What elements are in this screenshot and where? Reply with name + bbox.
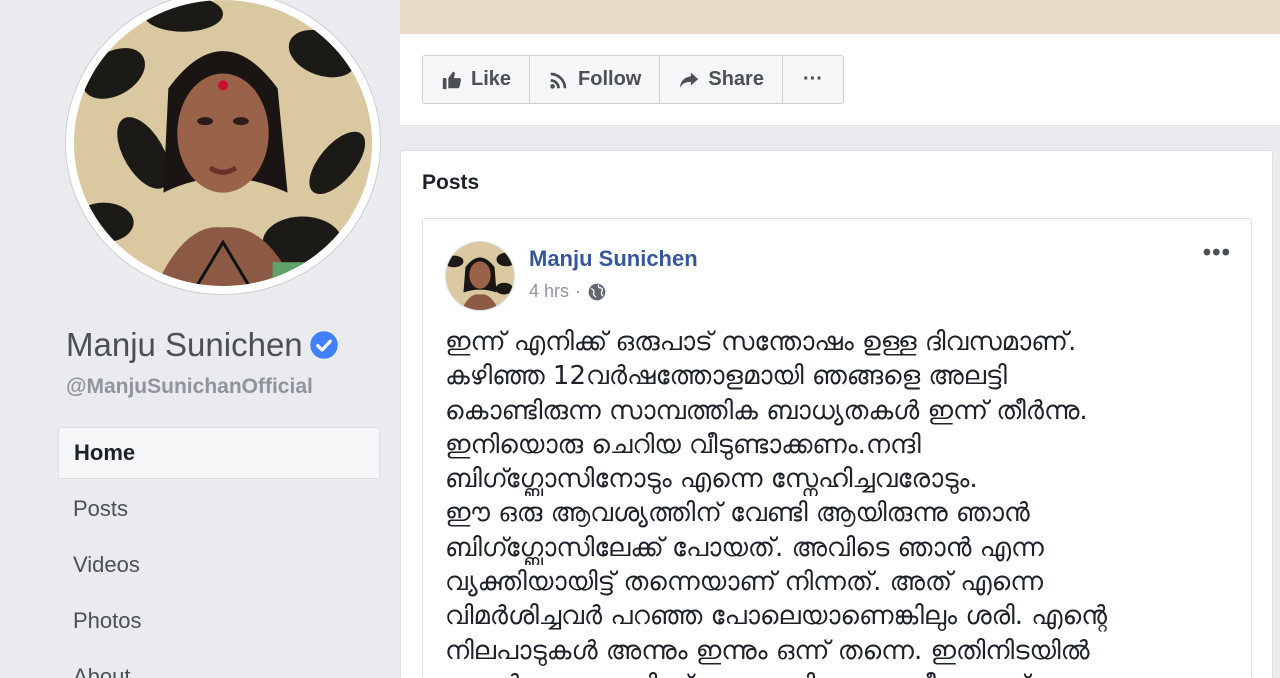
more-button[interactable]: ···: [783, 56, 843, 103]
post-card: Manju Sunichen 4 hrs · ••• ഇന്ന് എനിക്ക്…: [422, 218, 1252, 678]
nav-item-home[interactable]: Home: [58, 427, 380, 479]
post-text-line: വിമർശിച്ചവർ പറഞ്ഞ പോലെയാണെങ്കിലും ശരി. എ…: [445, 601, 1107, 632]
globe-icon[interactable]: [587, 282, 607, 302]
like-label: Like: [471, 68, 512, 90]
post-text-line: ബിഗ്ഗ്ബോസിലേക്ക് പോയത്. അവിടെ ഞാൻ എന്ന: [445, 532, 1044, 563]
profile-photo: [74, 0, 372, 286]
nav-item-label: Videos: [73, 552, 140, 577]
post-options-button[interactable]: •••: [1203, 239, 1231, 267]
post-text-line: ബിഗ്ഗ്ബോസിനോടും എന്നെ സ്നേഹിച്ചവരോടും.: [445, 464, 978, 495]
post-text-line: ഇന്ന് എനിക്ക് ഒരുപാട് സന്തോഷം ഉള്ള ദിവസമ…: [445, 327, 1077, 357]
post-text-line: നിലപാടുകൾ അന്നും ഇന്നും ഒന്ന് തന്നെ. ഇതി…: [445, 635, 1090, 666]
page-actions-bar: Like Follow Share ···: [400, 34, 1280, 126]
posts-section-title: Posts: [422, 171, 480, 194]
nav-item-videos[interactable]: Videos: [58, 539, 380, 591]
posts-section: Posts Manju Sunichen 4 hrs · ••• ഇന്ന് എ…: [400, 150, 1273, 678]
post-text-line: കൊണ്ടിരുന്ന സാമ്പത്തിക ബാധ്യതകൾ ഇന്ന് തീ…: [445, 395, 1088, 426]
share-icon: [680, 72, 699, 87]
page-nav: Home Posts Videos Photos About: [58, 427, 380, 678]
page-name[interactable]: Manju Sunichen: [66, 326, 339, 364]
nav-item-label: Home: [74, 440, 136, 465]
page-handle[interactable]: @ManjuSunichanOfficial: [66, 375, 313, 399]
post-author-name[interactable]: Manju Sunichen: [529, 246, 698, 272]
like-button[interactable]: Like: [423, 56, 531, 103]
follow-label: Follow: [578, 68, 642, 90]
nav-item-posts[interactable]: Posts: [58, 483, 380, 535]
post-text-line: ഇനിയൊരു ചെറിയ വീടുണ്ടാക്കണം.നന്ദി: [445, 429, 921, 460]
post-author-avatar[interactable]: [445, 241, 515, 311]
post-text: ഇന്ന് എനിക്ക് ഒരുപാട് സന്തോഷം ഉള്ള ദിവസമ…: [445, 325, 1245, 678]
nav-item-label: About: [73, 664, 131, 678]
post-text-line: കഴിഞ്ഞ 12വർഷത്തോളമായി ഞങ്ങളെ അലട്ടി: [445, 361, 1007, 392]
follow-button[interactable]: Follow: [530, 56, 661, 103]
post-timestamp[interactable]: 4 hrs: [529, 281, 569, 302]
post-meta: 4 hrs ·: [529, 281, 607, 302]
post-text-line: ഈ ഒരു ആവശ്യത്തിന് വേണ്ടി ആയിരുന്നു ഞാൻ: [445, 498, 1030, 529]
action-button-group: Like Follow Share ···: [422, 55, 844, 104]
nav-item-label: Posts: [73, 496, 129, 521]
profile-picture[interactable]: [66, 0, 380, 294]
nav-item-label: Photos: [73, 608, 142, 633]
post-text-line: വ്യക്തിയായിട്ട് തന്നെയാണ് നിന്നത്. അത് എ…: [445, 567, 1044, 598]
more-icon: ···: [802, 68, 823, 90]
page-name-text[interactable]: Manju Sunichen: [66, 326, 303, 364]
nav-item-photos[interactable]: Photos: [58, 595, 380, 647]
share-label: Share: [708, 68, 764, 90]
meta-separator: ·: [575, 281, 582, 301]
verified-badge-icon: [309, 331, 338, 359]
post-text-line: എന്റെ ഭാഗത്തു നിന്ന് വന്ന വലിയൊരു വീഴ്ചയ…: [445, 668, 1245, 678]
share-button[interactable]: Share: [660, 56, 783, 103]
follow-icon: [550, 72, 567, 89]
nav-item-about[interactable]: About: [58, 651, 380, 678]
like-icon: [442, 71, 462, 89]
cover-photo: [400, 0, 1280, 34]
